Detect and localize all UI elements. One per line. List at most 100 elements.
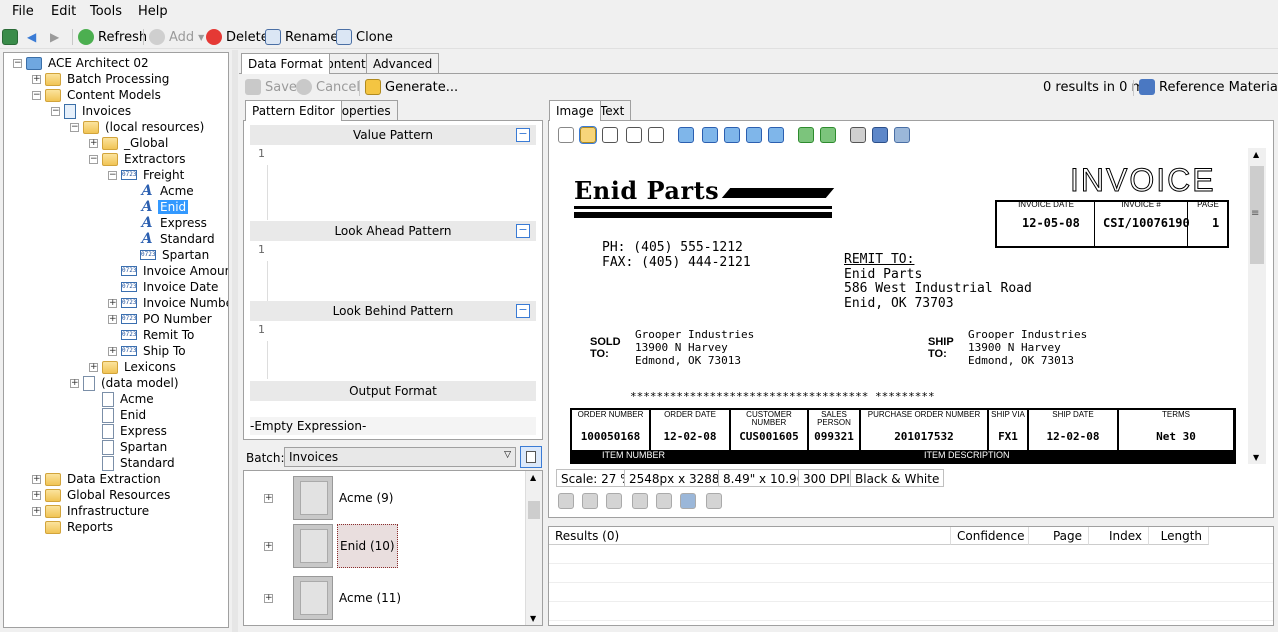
rename-button[interactable]: Rename: [265, 27, 338, 47]
vertical-splitter[interactable]: [232, 50, 238, 632]
zoom-actual-icon[interactable]: [724, 127, 740, 143]
expand-icon[interactable]: +: [264, 493, 273, 503]
column-index[interactable]: Index: [1089, 527, 1149, 545]
tree-node-dm-acme[interactable]: Acme: [102, 391, 156, 407]
tree-node-root[interactable]: ACE Architect 02: [26, 55, 151, 71]
reference-material-button[interactable]: Reference Material▼: [1139, 77, 1278, 97]
scroll-down-icon[interactable]: ▼: [530, 614, 536, 623]
tree-node-data-model[interactable]: (data model): [83, 375, 181, 391]
tree-node-invoice-amount[interactable]: 0723 Invoice Amount: [121, 263, 228, 279]
tree-node-dm-express[interactable]: Express: [102, 423, 169, 439]
collapse-icon[interactable]: −: [108, 171, 117, 180]
tab-image[interactable]: Image: [549, 100, 601, 121]
refresh-button[interactable]: Refresh: [78, 27, 147, 47]
zoom-fit-icon[interactable]: [746, 127, 762, 143]
batch-select[interactable]: Invoices ▽: [284, 447, 516, 467]
expand-icon[interactable]: +: [108, 299, 117, 308]
tree-node-dm-enid[interactable]: Enid: [102, 407, 148, 423]
collapse-icon[interactable]: −: [89, 155, 98, 164]
image-scrollbar[interactable]: ▲ ≡ ▼: [1248, 148, 1266, 464]
home-button[interactable]: [2, 27, 18, 47]
pointer-icon[interactable]: [558, 127, 574, 143]
collapse-icon[interactable]: −: [32, 91, 41, 100]
expand-icon[interactable]: +: [32, 491, 41, 500]
rotate-left-icon[interactable]: [798, 127, 814, 143]
tree-node-freight[interactable]: 0723 Freight: [121, 167, 186, 183]
forward-button[interactable]: ▶: [50, 27, 59, 47]
tree-node-content-models[interactable]: Content Models: [45, 87, 163, 103]
look-behind-editor[interactable]: [270, 323, 536, 379]
menu-help[interactable]: Help: [138, 4, 168, 19]
expand-icon[interactable]: +: [108, 315, 117, 324]
batch-item[interactable]: + Acme (11): [264, 575, 401, 621]
tree-node-dm-spartan[interactable]: Spartan: [102, 439, 169, 455]
batch-item[interactable]: + Enid (10): [264, 523, 398, 569]
scroll-thumb[interactable]: [528, 501, 540, 519]
tree-node-batch-processing[interactable]: Batch Processing: [45, 71, 171, 87]
zoom-out-icon[interactable]: [702, 127, 718, 143]
tree-node-local-resources[interactable]: (local resources): [83, 119, 206, 135]
column-page-no[interactable]: Page No: [1029, 527, 1089, 557]
despeckle-icon[interactable]: [582, 493, 598, 509]
scroll-up-icon[interactable]: ▲: [530, 473, 536, 482]
output-format-expression[interactable]: -Empty Expression-: [250, 417, 536, 435]
select-region-icon[interactable]: [602, 127, 618, 143]
expand-icon[interactable]: +: [264, 593, 273, 603]
collapse-icon[interactable]: −: [13, 59, 22, 68]
tree-node-po-number[interactable]: 0723 PO Number: [121, 311, 214, 327]
clean-icon[interactable]: [606, 493, 622, 509]
invoice-image[interactable]: Enid Parts INVOICE INVOICE DATE INVOICE …: [556, 148, 1242, 464]
tab-advanced[interactable]: Advanced: [366, 53, 440, 73]
tree-node-standard[interactable]: A Standard: [140, 231, 217, 247]
tree-node-enid[interactable]: A Enid: [140, 199, 189, 215]
collapse-icon[interactable]: −: [516, 304, 530, 318]
collapse-icon[interactable]: −: [516, 128, 530, 142]
back-button[interactable]: ◀: [27, 27, 36, 47]
zoom-width-icon[interactable]: [768, 127, 784, 143]
tree-node-reports[interactable]: Reports: [45, 519, 115, 535]
collapse-icon[interactable]: −: [70, 123, 79, 132]
pan-hand-icon[interactable]: [579, 126, 597, 144]
batch-item[interactable]: + Acme (9): [264, 475, 393, 521]
tree-node-acme[interactable]: A Acme: [140, 183, 196, 199]
column-length[interactable]: Length: [1149, 527, 1209, 545]
save-image-icon[interactable]: [872, 127, 888, 143]
batch-scrollbar[interactable]: ▲ ▼: [525, 471, 542, 625]
tree-node-lexicons[interactable]: Lexicons: [102, 359, 178, 375]
generate-button[interactable]: Generate...: [365, 77, 458, 97]
delete-button[interactable]: Delete: [206, 27, 269, 47]
rotate-right-icon[interactable]: [820, 127, 836, 143]
look-ahead-editor[interactable]: [270, 243, 536, 299]
tree-node-global-resources[interactable]: Global Resources: [45, 487, 172, 503]
tree-node-global[interactable]: _Global: [102, 135, 170, 151]
zoom-select-icon[interactable]: [648, 127, 664, 143]
save-button[interactable]: Save: [245, 77, 297, 97]
tree-node-express[interactable]: A Express: [140, 215, 209, 231]
value-pattern-editor[interactable]: [270, 147, 536, 217]
clone-button[interactable]: Clone: [336, 27, 393, 47]
tab-data-format[interactable]: Data Format: [241, 53, 330, 74]
column-confidence[interactable]: Confidence: [951, 527, 1029, 545]
crop-icon[interactable]: [656, 493, 672, 509]
zoom-region-icon[interactable]: [626, 127, 642, 143]
add-button[interactable]: Add ▼: [149, 27, 204, 47]
scroll-down-icon[interactable]: ▼: [1253, 453, 1259, 462]
menu-tools[interactable]: Tools: [90, 4, 122, 19]
deskew-icon[interactable]: [558, 493, 574, 509]
tree-node-ship-to[interactable]: 0723 Ship To: [121, 343, 188, 359]
undo-icon[interactable]: [706, 493, 722, 509]
rotate-icon[interactable]: [680, 493, 696, 509]
tree-node-remit-to[interactable]: 0723 Remit To: [121, 327, 196, 343]
scroll-up-icon[interactable]: ▲: [1253, 150, 1259, 159]
batch-options-button[interactable]: [520, 446, 542, 468]
expand-icon[interactable]: +: [70, 379, 79, 388]
expand-icon[interactable]: +: [32, 507, 41, 516]
settings-icon[interactable]: [894, 127, 910, 143]
tree-node-spartan[interactable]: 0723 Spartan: [140, 247, 211, 263]
tree-node-dm-standard[interactable]: Standard: [102, 455, 177, 471]
split-icon[interactable]: [632, 493, 648, 509]
expand-icon[interactable]: +: [32, 75, 41, 84]
print-icon[interactable]: [850, 127, 866, 143]
expand-icon[interactable]: +: [32, 475, 41, 484]
tree-node-invoice-number[interactable]: 0723 Invoice Number: [121, 295, 228, 311]
